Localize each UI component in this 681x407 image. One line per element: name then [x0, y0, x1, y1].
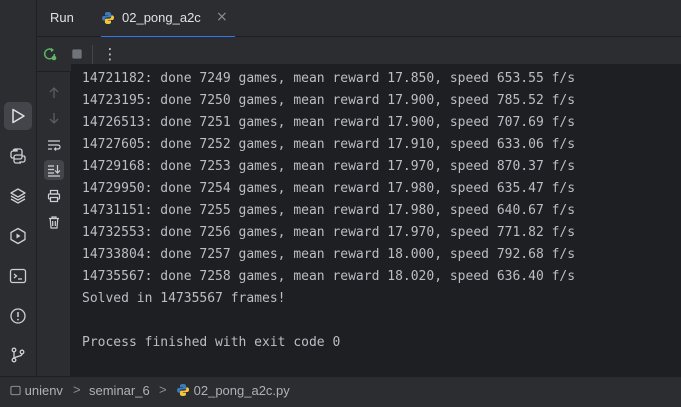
python-file-icon: [177, 384, 189, 396]
console-line: 14729168: done 7253 games, mean reward 1…: [82, 159, 576, 174]
git-branch-icon: [11, 347, 25, 363]
services-icon: [10, 227, 26, 245]
python-icon: [102, 12, 114, 24]
activity-bar: [0, 0, 37, 376]
git-button[interactable]: [4, 341, 32, 369]
console-output[interactable]: 14721182: done 7249 games, mean reward 1…: [71, 64, 681, 376]
chevron-right-icon: >: [159, 382, 167, 397]
scroll-to-end-icon: [48, 165, 61, 177]
run-tool-window-header: Run 02_pong_a2c ×: [37, 0, 681, 38]
run-tab-label: 02_pong_a2c: [122, 10, 201, 25]
toolbar-separator: [92, 45, 93, 64]
run-panel-title: Run: [50, 10, 74, 25]
trash-icon: [49, 216, 59, 229]
problems-button[interactable]: [4, 302, 32, 330]
arrow-up-icon: [49, 87, 59, 98]
file-breadcrumb[interactable]: 02_pong_a2c.py: [176, 383, 290, 398]
run-icon: [12, 108, 25, 124]
run-tool-window-button[interactable]: [4, 102, 32, 130]
scroll-to-end-button[interactable]: [44, 160, 64, 180]
console-line: 14732553: done 7256 games, mean reward 1…: [82, 225, 576, 240]
console-line: 14723195: done 7250 games, mean reward 1…: [82, 93, 576, 108]
scroll-down-button[interactable]: [44, 108, 64, 128]
terminal-button[interactable]: [4, 262, 32, 290]
rerun-button[interactable]: [41, 45, 59, 63]
project-name: unienv: [24, 383, 63, 398]
more-actions-button[interactable]: ⋮: [101, 45, 119, 63]
module-icon: [10, 385, 21, 396]
stop-button[interactable]: [68, 45, 86, 63]
python-console-icon: [10, 148, 26, 164]
console-line: 14733804: done 7257 games, mean reward 1…: [82, 247, 576, 262]
layers-button[interactable]: [4, 182, 32, 210]
console-line-solved: Solved in 14735567 frames!: [82, 291, 286, 306]
console-line: 14735567: done 7258 games, mean reward 1…: [82, 269, 576, 284]
scroll-up-button[interactable]: [44, 83, 64, 103]
console-line: 14721182: done 7249 games, mean reward 1…: [82, 71, 576, 86]
console-line: 14729950: done 7254 games, mean reward 1…: [82, 181, 576, 196]
stop-icon: [72, 49, 82, 59]
folder-breadcrumb[interactable]: seminar_6: [89, 383, 150, 398]
project-breadcrumb[interactable]: unienv: [10, 383, 63, 398]
chevron-right-icon: >: [73, 382, 81, 397]
run-tab[interactable]: 02_pong_a2c ×: [101, 0, 235, 38]
soft-wrap-icon: [48, 140, 61, 151]
console-line-exit: Process finished with exit code 0: [82, 335, 341, 350]
soft-wrap-button[interactable]: [44, 135, 64, 155]
print-button[interactable]: [44, 186, 64, 206]
close-tab-icon[interactable]: ×: [216, 9, 228, 25]
problems-icon: [10, 308, 26, 324]
layers-icon: [10, 188, 26, 204]
status-bar: unienv > seminar_6 > 02_pong_a2c.py: [0, 376, 681, 407]
python-packages-button[interactable]: [4, 142, 32, 170]
file-name: 02_pong_a2c.py: [193, 383, 290, 398]
console-line: 14731151: done 7255 games, mean reward 1…: [82, 203, 576, 218]
clear-all-button[interactable]: [44, 212, 64, 232]
console-line: 14726513: done 7251 games, mean reward 1…: [82, 115, 576, 130]
terminal-icon: [9, 268, 27, 284]
console-line: 14727605: done 7252 games, mean reward 1…: [82, 137, 576, 152]
console-tools: [37, 72, 71, 376]
printer-icon: [47, 189, 61, 203]
arrow-down-icon: [49, 113, 59, 124]
services-button[interactable]: [4, 222, 32, 250]
rerun-icon: [43, 47, 57, 61]
